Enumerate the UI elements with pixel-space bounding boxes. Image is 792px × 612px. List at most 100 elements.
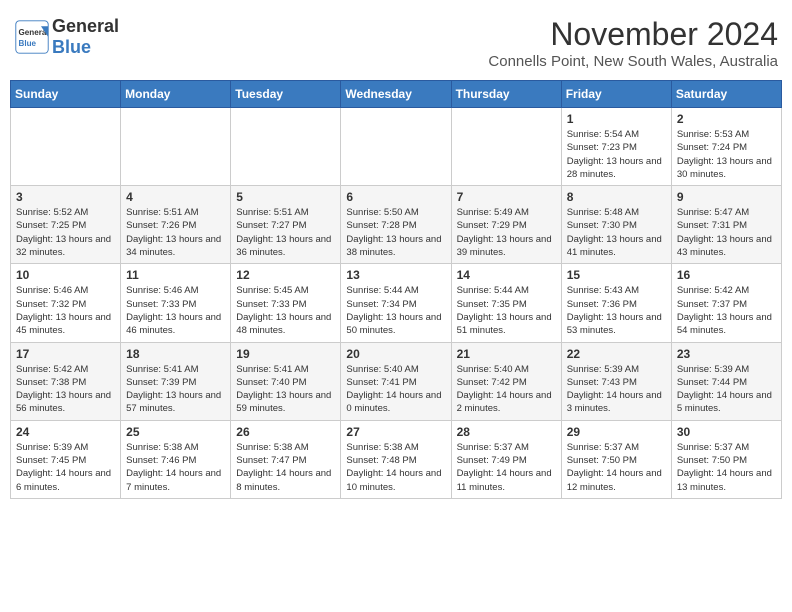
day-number: 27	[346, 425, 445, 439]
calendar-cell: 27 Sunrise: 5:38 AMSunset: 7:48 PMDayligh…	[341, 420, 451, 498]
calendar-cell: 23 Sunrise: 5:39 AMSunset: 7:44 PMDayligh…	[671, 342, 781, 420]
logo: General Blue General Blue	[14, 16, 119, 58]
day-detail: Sunrise: 5:49 AMSunset: 7:29 PMDaylight:…	[457, 206, 556, 259]
day-number: 3	[16, 190, 115, 204]
calendar-cell: 14 Sunrise: 5:44 AMSunset: 7:35 PMDayligh…	[451, 264, 561, 342]
day-detail: Sunrise: 5:37 AMSunset: 7:49 PMDaylight:…	[457, 441, 556, 494]
logo-general-text: General	[52, 16, 119, 36]
day-number: 21	[457, 347, 556, 361]
calendar-cell: 16 Sunrise: 5:42 AMSunset: 7:37 PMDayligh…	[671, 264, 781, 342]
calendar-week-row: 24 Sunrise: 5:39 AMSunset: 7:45 PMDayligh…	[11, 420, 782, 498]
calendar-cell: 1 Sunrise: 5:54 AMSunset: 7:23 PMDaylight…	[561, 108, 671, 186]
day-detail: Sunrise: 5:44 AMSunset: 7:35 PMDaylight:…	[457, 284, 556, 337]
day-detail: Sunrise: 5:39 AMSunset: 7:44 PMDaylight:…	[677, 363, 776, 416]
calendar-cell: 18 Sunrise: 5:41 AMSunset: 7:39 PMDayligh…	[121, 342, 231, 420]
day-number: 25	[126, 425, 225, 439]
calendar-cell: 17Sunrise: 5:42 AMSunset: 7:38 PMDayligh…	[11, 342, 121, 420]
day-detail: Sunrise: 5:42 AMSunset: 7:37 PMDaylight:…	[677, 284, 776, 337]
day-number: 28	[457, 425, 556, 439]
day-number: 10	[16, 268, 115, 282]
day-number: 24	[16, 425, 115, 439]
day-number: 9	[677, 190, 776, 204]
calendar-cell: 8 Sunrise: 5:48 AMSunset: 7:30 PMDaylight…	[561, 186, 671, 264]
day-detail: Sunrise: 5:38 AMSunset: 7:47 PMDaylight:…	[236, 441, 335, 494]
col-header-saturday: Saturday	[671, 81, 781, 108]
day-detail: Sunrise: 5:37 AMSunset: 7:50 PMDaylight:…	[567, 441, 666, 494]
day-detail: Sunrise: 5:50 AMSunset: 7:28 PMDaylight:…	[346, 206, 445, 259]
header: General Blue General Blue November 2024 …	[10, 10, 782, 76]
calendar-cell: 24 Sunrise: 5:39 AMSunset: 7:45 PMDayligh…	[11, 420, 121, 498]
day-number: 20	[346, 347, 445, 361]
calendar-cell: 2Sunrise: 5:53 AMSunset: 7:24 PMDaylight…	[671, 108, 781, 186]
day-number: 13	[346, 268, 445, 282]
day-detail: Sunrise: 5:38 AMSunset: 7:48 PMDaylight:…	[346, 441, 445, 494]
day-detail: Sunrise: 5:42 AMSunset: 7:38 PMDaylight:…	[16, 363, 115, 416]
calendar-cell: 28 Sunrise: 5:37 AMSunset: 7:49 PMDayligh…	[451, 420, 561, 498]
calendar-cell: 26 Sunrise: 5:38 AMSunset: 7:47 PMDayligh…	[231, 420, 341, 498]
day-number: 8	[567, 190, 666, 204]
logo-icon: General Blue	[14, 19, 50, 55]
calendar-table: SundayMondayTuesdayWednesdayThursdayFrid…	[10, 80, 782, 499]
day-number: 26	[236, 425, 335, 439]
svg-text:Blue: Blue	[19, 39, 37, 48]
day-number: 18	[126, 347, 225, 361]
calendar-cell: 5Sunrise: 5:51 AMSunset: 7:27 PMDaylight…	[231, 186, 341, 264]
day-detail: Sunrise: 5:41 AMSunset: 7:39 PMDaylight:…	[126, 363, 225, 416]
calendar-cell: 11 Sunrise: 5:46 AMSunset: 7:33 PMDayligh…	[121, 264, 231, 342]
calendar-cell: 22Sunrise: 5:39 AMSunset: 7:43 PMDayligh…	[561, 342, 671, 420]
day-number: 12	[236, 268, 335, 282]
day-detail: Sunrise: 5:43 AMSunset: 7:36 PMDaylight:…	[567, 284, 666, 337]
calendar-cell: 29Sunrise: 5:37 AMSunset: 7:50 PMDayligh…	[561, 420, 671, 498]
col-header-monday: Monday	[121, 81, 231, 108]
calendar-week-row: 1 Sunrise: 5:54 AMSunset: 7:23 PMDaylight…	[11, 108, 782, 186]
col-header-thursday: Thursday	[451, 81, 561, 108]
calendar-cell: 9 Sunrise: 5:47 AMSunset: 7:31 PMDaylight…	[671, 186, 781, 264]
calendar-cell	[341, 108, 451, 186]
day-number: 11	[126, 268, 225, 282]
calendar-cell: 25 Sunrise: 5:38 AMSunset: 7:46 PMDayligh…	[121, 420, 231, 498]
day-number: 22	[567, 347, 666, 361]
day-detail: Sunrise: 5:40 AMSunset: 7:42 PMDaylight:…	[457, 363, 556, 416]
day-detail: Sunrise: 5:44 AMSunset: 7:34 PMDaylight:…	[346, 284, 445, 337]
day-number: 4	[126, 190, 225, 204]
calendar-cell: 19 Sunrise: 5:41 AMSunset: 7:40 PMDayligh…	[231, 342, 341, 420]
day-detail: Sunrise: 5:39 AMSunset: 7:45 PMDaylight:…	[16, 441, 115, 494]
day-number: 30	[677, 425, 776, 439]
day-number: 15	[567, 268, 666, 282]
logo-blue-text: Blue	[52, 37, 91, 57]
col-header-wednesday: Wednesday	[341, 81, 451, 108]
day-number: 16	[677, 268, 776, 282]
calendar-cell: 7Sunrise: 5:49 AMSunset: 7:29 PMDaylight…	[451, 186, 561, 264]
title-area: November 2024 Connells Point, New South …	[488, 16, 778, 70]
day-number: 23	[677, 347, 776, 361]
calendar-cell: 4Sunrise: 5:51 AMSunset: 7:26 PMDaylight…	[121, 186, 231, 264]
calendar-week-row: 10Sunrise: 5:46 AMSunset: 7:32 PMDayligh…	[11, 264, 782, 342]
calendar-cell: 13 Sunrise: 5:44 AMSunset: 7:34 PMDayligh…	[341, 264, 451, 342]
calendar-cell	[11, 108, 121, 186]
day-detail: Sunrise: 5:48 AMSunset: 7:30 PMDaylight:…	[567, 206, 666, 259]
day-number: 6	[346, 190, 445, 204]
calendar-week-row: 3 Sunrise: 5:52 AMSunset: 7:25 PMDaylight…	[11, 186, 782, 264]
calendar-cell: 10Sunrise: 5:46 AMSunset: 7:32 PMDayligh…	[11, 264, 121, 342]
calendar-cell	[451, 108, 561, 186]
calendar-cell: 21 Sunrise: 5:40 AMSunset: 7:42 PMDayligh…	[451, 342, 561, 420]
day-detail: Sunrise: 5:41 AMSunset: 7:40 PMDaylight:…	[236, 363, 335, 416]
day-detail: Sunrise: 5:47 AMSunset: 7:31 PMDaylight:…	[677, 206, 776, 259]
calendar-week-row: 17Sunrise: 5:42 AMSunset: 7:38 PMDayligh…	[11, 342, 782, 420]
day-detail: Sunrise: 5:51 AMSunset: 7:27 PMDaylight:…	[236, 206, 335, 259]
calendar-header-row: SundayMondayTuesdayWednesdayThursdayFrid…	[11, 81, 782, 108]
col-header-friday: Friday	[561, 81, 671, 108]
day-number: 14	[457, 268, 556, 282]
day-number: 19	[236, 347, 335, 361]
col-header-sunday: Sunday	[11, 81, 121, 108]
day-detail: Sunrise: 5:54 AMSunset: 7:23 PMDaylight:…	[567, 128, 666, 181]
calendar-cell	[231, 108, 341, 186]
calendar-cell: 12Sunrise: 5:45 AMSunset: 7:33 PMDayligh…	[231, 264, 341, 342]
calendar-cell: 15 Sunrise: 5:43 AMSunset: 7:36 PMDayligh…	[561, 264, 671, 342]
calendar-cell: 6 Sunrise: 5:50 AMSunset: 7:28 PMDaylight…	[341, 186, 451, 264]
day-number: 1	[567, 112, 666, 126]
day-detail: Sunrise: 5:38 AMSunset: 7:46 PMDaylight:…	[126, 441, 225, 494]
day-detail: Sunrise: 5:46 AMSunset: 7:33 PMDaylight:…	[126, 284, 225, 337]
calendar-cell: 30Sunrise: 5:37 AMSunset: 7:50 PMDayligh…	[671, 420, 781, 498]
day-detail: Sunrise: 5:52 AMSunset: 7:25 PMDaylight:…	[16, 206, 115, 259]
